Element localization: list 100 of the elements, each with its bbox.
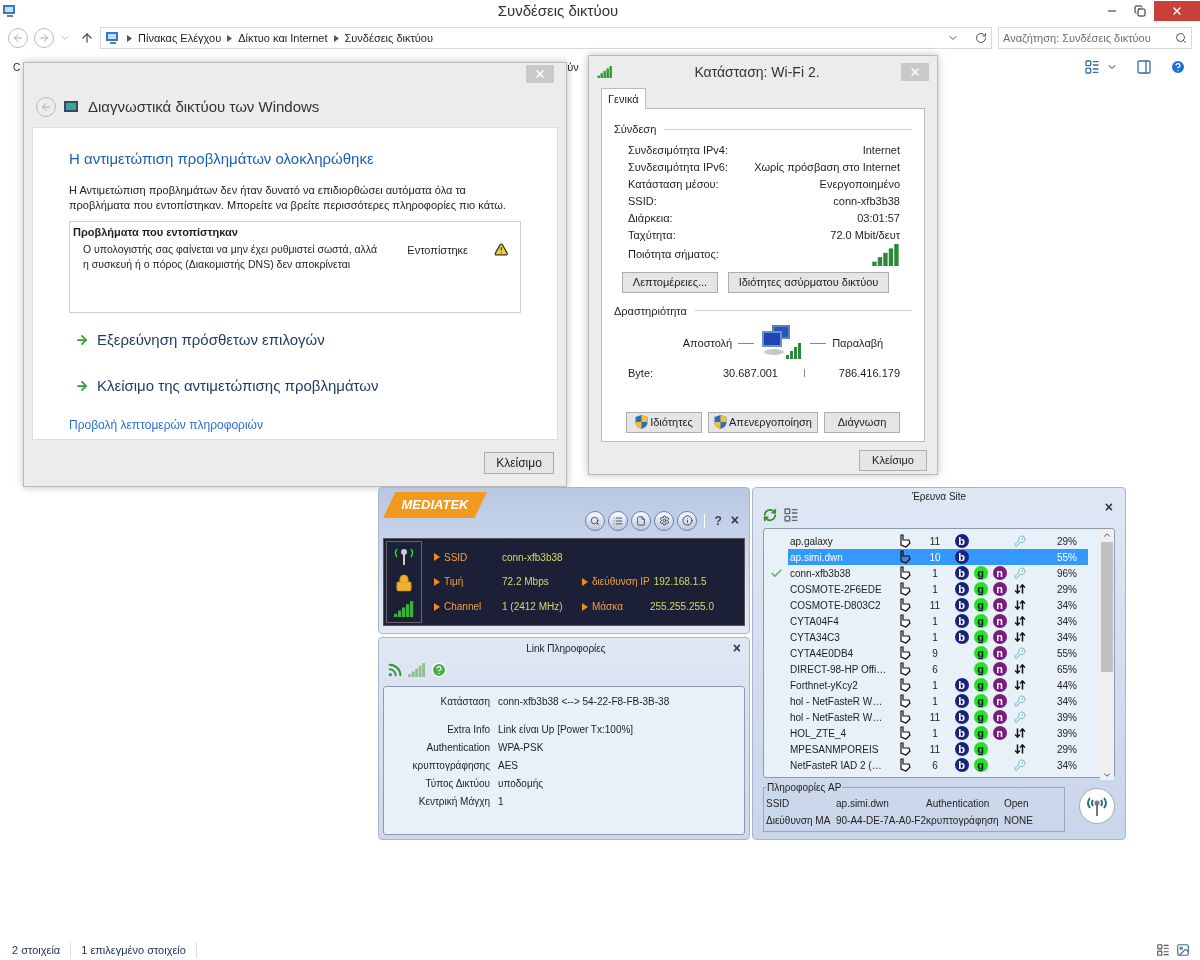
channel-text: 11 [928,742,942,757]
up-icon[interactable] [80,31,94,45]
option-link[interactable]: Κλείσιμο της αντιμετώπισης προβλημάτων [75,375,521,398]
signal-text: 39% [1056,726,1077,741]
field-label: Τιμή [444,575,465,590]
refresh-icon[interactable] [975,32,987,44]
settings-button[interactable] [654,510,675,531]
network-row[interactable]: COSMOTE-2F6EDE 1 b g n 29% [788,581,1088,597]
field-value: conn-xfb3b38 [502,550,563,565]
info-icon [681,515,693,526]
mode-badge: n [992,662,1007,676]
arrow-icon [75,379,89,394]
field-value: 1 (2412 MHz) [502,600,563,615]
tab[interactable]: Γενικά [601,88,646,109]
scroll-thumb[interactable] [1101,542,1113,672]
details-button[interactable]: Λεπτομέρειες... [622,271,718,293]
mode-badge: n [992,598,1007,612]
action-button[interactable]: Διάγνωση [824,411,900,433]
channel-text: 1 [931,582,939,597]
network-row[interactable]: DIRECT-98-HP Offi… 6 g n 65% [788,661,1088,677]
network-row[interactable]: hol - NetFasteR W… 11 b g n 39% [788,709,1088,725]
forward-arrow-icon [38,32,50,44]
info-button[interactable] [677,510,698,531]
close-icon [1171,5,1183,17]
network-name: conn-xfb3b38 [789,566,852,581]
network-row[interactable]: CYTA34C3 1 b g n 34% [788,629,1088,645]
close-button[interactable]: × [730,510,739,531]
action-button[interactable]: Απενεργοποίηση [708,411,818,433]
field-label: SSID [766,797,791,811]
signal-icon [872,243,900,266]
signal-text: 55% [1056,550,1077,565]
antenna-icon [393,546,415,565]
channel-text: 1 [931,614,939,629]
network-row[interactable]: hol - NetFasteR W… 1 b g n 34% [788,693,1088,709]
list-button[interactable] [608,510,629,531]
breadcrumb-item[interactable]: Δίκτυο και Internet [238,29,328,47]
network-row[interactable]: Forthnet-yKcy2 1 b g n 44% [788,677,1088,693]
channel-text: 11 [928,598,942,613]
large-icons-view-icon[interactable] [1176,943,1190,957]
field-value: Ενεργοποιημένο [819,176,900,192]
mode-badge: g [973,694,988,708]
network-row[interactable]: conn-xfb3b38 1 b g n 96% [788,565,1088,581]
scroll-up-icon[interactable] [1102,530,1112,540]
network-row[interactable]: ap.simi.dwn 10 b 55% [788,549,1088,565]
bullet-icon [582,602,588,611]
action-button[interactable]: Ιδιότητες [626,411,702,433]
network-name: hol - NetFasteR W… [789,710,884,725]
field-value: conn-xfb3b38 <--> 54-22-F8-FB-3B-38 [498,695,670,709]
field-label: Κεντρική Μάγχη [417,795,490,809]
field-value: Open [1004,797,1030,811]
close-button[interactable] [1154,1,1200,21]
network-row[interactable]: CYTA04F4 1 b g n 34% [788,613,1088,629]
hand-icon [898,614,912,628]
search-icon [590,515,601,526]
signal-text: 29% [1056,582,1077,597]
scroll-down-icon[interactable] [1102,770,1112,780]
signal-icon [597,66,613,78]
close-button[interactable]: × [1104,496,1113,518]
bytes-sent: 30.687.001 [721,366,778,381]
field-value: NONE [1004,814,1034,828]
hand-icon [898,550,912,564]
details-view-icon[interactable] [1156,943,1170,957]
search-field[interactable]: Αναζήτηση: Συνδέσεις δικτύου [998,27,1192,49]
antenna-button[interactable] [1079,788,1115,824]
network-row[interactable]: HOL_ZTE_4 1 b g n 39% [788,725,1088,741]
view-options-icon[interactable] [1084,59,1100,75]
details-link[interactable]: Προβολή λεπτομερών πληροφοριών [69,415,521,434]
search-button[interactable] [585,510,606,531]
list-view-icon[interactable] [783,507,799,523]
breadcrumb-item[interactable]: Συνδέσεις δικτύου [344,29,433,47]
lock-icon [395,574,413,592]
close-dialog-button[interactable]: Κλείσιμο [859,450,927,471]
field-label: διεύθυνση IP [592,575,650,590]
breadcrumb-item[interactable]: Πίνακας Ελέγχου [138,29,222,47]
dialog-title: Διαγνωστικά δικτύου των Windows [88,96,320,117]
network-row[interactable]: ap.galaxy 11 b 29% [788,533,1088,549]
help-icon[interactable] [431,662,447,678]
field-label: Συνδεσιμότητα IPv4: [628,142,728,158]
close-dialog-button[interactable]: Κλείσιμο [484,452,554,474]
preview-pane-icon[interactable] [1136,59,1152,75]
wireless-properties-button[interactable]: Ιδιότητες ασύρματου δικτύου [728,271,889,293]
help-button[interactable]: ? [714,511,722,530]
signal-text: 34% [1056,614,1077,629]
separator-icon [227,34,233,42]
help-icon[interactable] [1170,59,1186,75]
address-bar[interactable]: Πίνακας Ελέγχου Δίκτυο και Internet Συνδέσεις δικτύου [100,27,992,49]
field-value: WPA-PSK [498,741,544,755]
document-button[interactable] [631,510,652,531]
network-row[interactable]: NetFasteR IAD 2 (… 6 b g 34% [788,757,1088,773]
wireless-icon[interactable] [387,662,403,678]
network-name: MPESANMPOREIS [789,742,880,757]
bullet-icon [434,602,440,611]
network-row[interactable]: MPESANMPOREIS 11 b g 29% [788,741,1088,757]
option-link[interactable]: Εξερεύνηση πρόσθετων επιλογών [75,328,521,351]
refresh-icon[interactable] [763,508,777,522]
close-button[interactable]: × [732,637,741,659]
mode-badge: n [992,582,1007,596]
signal-text: 34% [1056,598,1077,613]
network-row[interactable]: COSMOTE-D803C2 11 b g n 34% [788,597,1088,613]
network-row[interactable]: CYTA4E0DB4 9 g n 55% [788,645,1088,661]
